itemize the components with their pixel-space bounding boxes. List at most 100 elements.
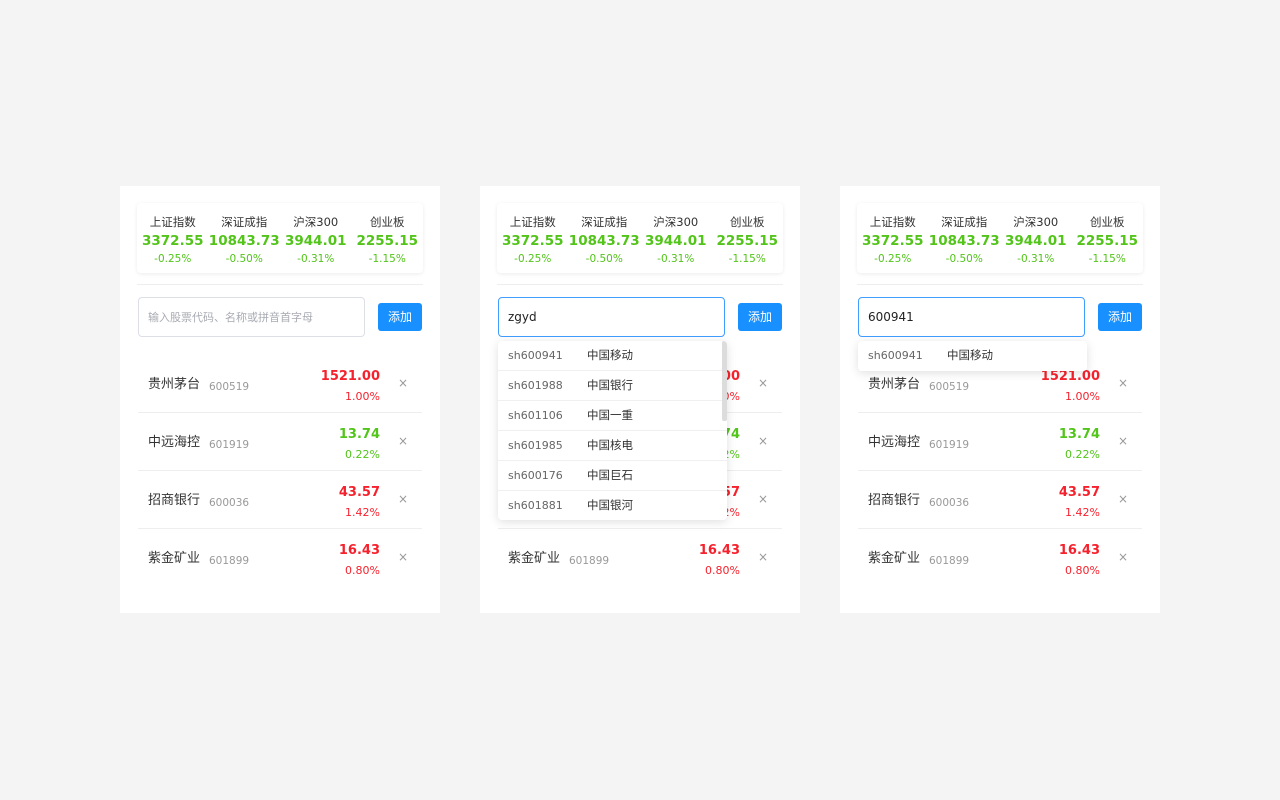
remove-icon[interactable]: ×	[756, 549, 770, 565]
stock-price: 16.43	[698, 543, 740, 558]
watchlist: 贵州茅台6005191521.001.00%×中远海控60191913.740.…	[858, 355, 1142, 587]
index-name: 沪深300	[293, 215, 339, 229]
stock-price: 43.57	[1058, 485, 1100, 500]
watchlist-row[interactable]: 紫金矿业 601899 16.43 0.80% ×	[498, 529, 782, 587]
index-value: 2255.15	[356, 233, 419, 249]
stock-code: 600036	[209, 497, 250, 509]
index-change: -0.50%	[585, 253, 623, 265]
index-value: 2255.15	[716, 233, 779, 249]
watchlist-row[interactable]: 中远海控 601919 13.74 0.22% ×	[858, 413, 1142, 471]
remove-icon[interactable]: ×	[396, 375, 410, 391]
stock-watch-panel: 上证指数 3372.55 -0.25% 深证成指 10843.73 -0.50% 沪深300…	[480, 186, 800, 613]
stock-search-input[interactable]	[858, 297, 1085, 337]
add-button[interactable]: 添加	[378, 303, 422, 331]
remove-icon[interactable]: ×	[1116, 491, 1130, 507]
stock-change-percent: 1.00%	[1065, 390, 1100, 403]
index-change: -1.15%	[1088, 253, 1126, 265]
index-name: 创业板	[1090, 215, 1125, 229]
index-value: 3944.01	[285, 233, 347, 249]
search-suggestions: sh600941 中国移动 sh601988 中国银行 sh601106 中国一重 sh60…	[498, 341, 727, 520]
stock-search-input[interactable]	[498, 297, 725, 337]
add-button[interactable]: 添加	[738, 303, 782, 331]
index-value: 10843.73	[568, 233, 640, 249]
index-value: 10843.73	[928, 233, 1000, 249]
stock-search-input[interactable]	[138, 297, 365, 337]
stock-code: 601919	[929, 439, 970, 451]
index-name: 深证成指	[941, 215, 988, 229]
index-item: 沪深300 3944.01 -0.31%	[1000, 203, 1072, 273]
index-change: -0.25%	[154, 253, 192, 265]
index-change: -0.31%	[657, 253, 695, 265]
stock-change-percent: 1.42%	[1065, 506, 1100, 519]
watchlist-row[interactable]: 贵州茅台 600519 1521.00 1.00% ×	[138, 355, 422, 413]
stock-code: 601919	[209, 439, 250, 451]
remove-icon[interactable]: ×	[396, 549, 410, 565]
stock-name: 贵州茅台	[868, 377, 921, 392]
stock-price: 16.43	[1058, 543, 1100, 558]
index-value: 10843.73	[208, 233, 280, 249]
index-item: 深证成指 10843.73 -0.50%	[569, 203, 641, 273]
stock-name: 中远海控	[148, 435, 201, 450]
dropdown-scrollbar[interactable]	[722, 341, 727, 421]
suggestion-code: sh601106	[508, 409, 563, 422]
remove-icon[interactable]: ×	[1116, 433, 1130, 449]
index-item: 创业板 2255.15 -1.15%	[352, 203, 424, 273]
divider	[497, 284, 783, 285]
watchlist-row[interactable]: 紫金矿业 601899 16.43 0.80% ×	[138, 529, 422, 587]
add-button[interactable]: 添加	[1098, 303, 1142, 331]
index-change: -0.31%	[1017, 253, 1055, 265]
stock-name: 中远海控	[868, 435, 921, 450]
stock-change-percent: 0.80%	[1065, 564, 1100, 577]
watchlist-row[interactable]: 招商银行 600036 43.57 1.42% ×	[858, 471, 1142, 529]
index-change: -1.15%	[368, 253, 406, 265]
suggestion-name: 中国银河	[587, 498, 633, 512]
stock-watch-panel: 上证指数 3372.55 -0.25% 深证成指 10843.73 -0.50% 沪深300…	[840, 186, 1160, 613]
remove-icon[interactable]: ×	[396, 433, 410, 449]
remove-icon[interactable]: ×	[756, 491, 770, 507]
index-change: -0.31%	[297, 253, 335, 265]
index-name: 深证成指	[581, 215, 628, 229]
index-item: 上证指数 3372.55 -0.25%	[857, 203, 929, 273]
suggestion-item[interactable]: sh600941 中国移动	[498, 341, 727, 371]
stock-code: 601899	[929, 555, 970, 567]
suggestion-item[interactable]: sh600176 中国巨石	[498, 461, 727, 491]
suggestion-name: 中国移动	[587, 348, 633, 362]
suggestion-name: 中国一重	[587, 408, 633, 422]
suggestion-item[interactable]: sh601106 中国一重	[498, 401, 727, 431]
remove-icon[interactable]: ×	[756, 433, 770, 449]
watchlist: 贵州茅台6005191521.001.00%×中远海控60191913.740.…	[138, 355, 422, 587]
suggestion-item[interactable]: sh601985 中国核电	[498, 431, 727, 461]
suggestion-name: 中国移动	[947, 348, 993, 362]
index-item: 沪深300 3944.01 -0.31%	[280, 203, 352, 273]
remove-icon[interactable]: ×	[756, 375, 770, 391]
suggestion-code: sh601988	[508, 379, 563, 392]
suggestion-name: 中国巨石	[587, 468, 633, 482]
watchlist-row[interactable]: 中远海控 601919 13.74 0.22% ×	[138, 413, 422, 471]
suggestion-item[interactable]: sh600941 中国移动	[858, 341, 1087, 371]
remove-icon[interactable]: ×	[1116, 375, 1130, 391]
index-name: 上证指数	[509, 215, 556, 229]
suggestion-item[interactable]: sh601988 中国银行	[498, 371, 727, 401]
stock-watch-panel: 上证指数 3372.55 -0.25% 深证成指 10843.73 -0.50% 沪深300…	[120, 186, 440, 613]
remove-icon[interactable]: ×	[396, 491, 410, 507]
remove-icon[interactable]: ×	[1116, 549, 1130, 565]
index-name: 创业板	[730, 215, 765, 229]
watchlist-row[interactable]: 紫金矿业 601899 16.43 0.80% ×	[858, 529, 1142, 587]
index-change: -0.25%	[874, 253, 912, 265]
stock-change-percent: 1.42%	[345, 506, 380, 519]
stock-change-percent: 0.22%	[1065, 448, 1100, 461]
index-item: 上证指数 3372.55 -0.25%	[137, 203, 209, 273]
index-change: -0.50%	[225, 253, 263, 265]
stock-change-percent: 0.22%	[345, 448, 380, 461]
market-index-card: 上证指数 3372.55 -0.25% 深证成指 10843.73 -0.50% 沪深300…	[497, 203, 783, 273]
suggestion-code: sh600941	[868, 349, 923, 362]
stock-code: 601899	[569, 555, 610, 567]
suggestion-name: 中国核电	[587, 438, 633, 452]
index-change: -0.25%	[514, 253, 552, 265]
stock-name: 招商银行	[868, 493, 921, 508]
search-suggestions: sh600941 中国移动	[858, 341, 1087, 371]
suggestion-item[interactable]: sh601881 中国银河	[498, 491, 727, 520]
suggestion-code: sh601985	[508, 439, 563, 452]
watchlist-row[interactable]: 招商银行 600036 43.57 1.42% ×	[138, 471, 422, 529]
index-value: 2255.15	[1076, 233, 1139, 249]
